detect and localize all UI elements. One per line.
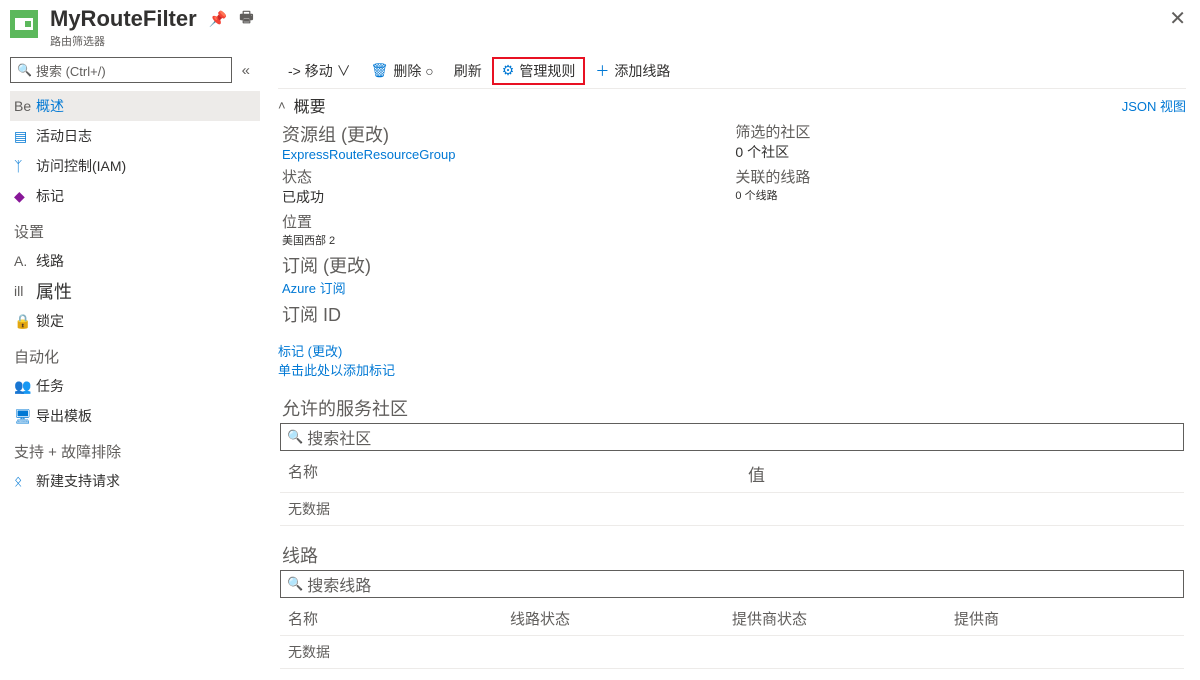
- search-placeholder: 搜索 (Ctrl+/): [36, 61, 106, 80]
- resource-type-label: 路由筛选器: [50, 33, 1169, 49]
- communities-empty: 无数据: [288, 499, 330, 519]
- sidebar-item-tags[interactable]: ◆ 标记: [10, 181, 260, 211]
- trash-icon: 🗑: [371, 62, 389, 79]
- sidebar-item-label: 访问控制(IAM): [36, 156, 126, 176]
- resource-group-label: 资源组 (更改): [282, 121, 455, 147]
- export-icon: 🖥: [14, 408, 36, 425]
- tags-add-link[interactable]: 单击此处以添加标记: [278, 363, 395, 378]
- overview-section-header[interactable]: ˄ 概要 JSON 视图: [278, 89, 1186, 121]
- tasks-icon: 👥: [14, 378, 36, 395]
- search-icon: 🔍: [17, 63, 32, 77]
- col-provider: 提供商: [954, 608, 1176, 629]
- sidebar-group-automation: 自动化: [10, 336, 260, 371]
- blade-header: MyRouteFilter 📌 🖶 路由筛选器 ✕: [0, 0, 1200, 51]
- sidebar-item-label: 活动日志: [36, 126, 92, 146]
- add-circuit-button[interactable]: ＋添加线路: [585, 57, 680, 85]
- community-search-input[interactable]: 🔍 搜索社区: [280, 423, 1184, 451]
- collapse-menu-icon[interactable]: «: [242, 62, 260, 79]
- sidebar-item-circuits[interactable]: A. 线路: [10, 246, 260, 276]
- communities-table: 名称 值 无数据: [280, 455, 1184, 526]
- delete-button[interactable]: 🗑删除 ○: [361, 57, 444, 85]
- col-name: 名称: [288, 608, 510, 629]
- circuits-title: 线路: [278, 542, 1186, 568]
- resource-type-icon: [10, 10, 38, 38]
- subscription-id-label: 订阅 ID: [282, 301, 455, 327]
- main-content: -> 移动 ∨ 🗑删除 ○ 刷新 ⚙管理规则 ＋添加线路 ˄ 概要 JSON 视…: [260, 51, 1200, 680]
- sidebar-item-activity-log[interactable]: ▤ 活动日志: [10, 121, 260, 151]
- essentials-grid: 资源组 (更改) ExpressRouteResourceGroup 状态 已成…: [278, 121, 1186, 331]
- properties-icon: ill: [14, 283, 36, 299]
- sidebar: 🔍 搜索 (Ctrl+/) « Be 概述 ▤ 活动日志 ᛉ 访问控制(IAM)…: [0, 51, 260, 680]
- sidebar-item-label: 标记: [36, 186, 64, 206]
- sidebar-item-label: 新建支持请求: [36, 471, 120, 491]
- sidebar-item-label: 属性: [36, 278, 72, 304]
- location-label: 位置: [282, 211, 455, 232]
- json-view-link[interactable]: JSON 视图: [1122, 96, 1186, 115]
- chevron-up-icon: ˄: [278, 98, 286, 113]
- manage-rule-button[interactable]: ⚙管理规则: [492, 57, 586, 85]
- filtered-communities-value: 0 个社区: [735, 142, 810, 162]
- sidebar-item-iam[interactable]: ᛉ 访问控制(IAM): [10, 151, 260, 181]
- associated-circuits-label: 关联的线路: [735, 166, 810, 187]
- pin-icon[interactable]: 📌: [209, 10, 228, 28]
- print-icon[interactable]: 🖶: [239, 7, 253, 32]
- page-title: MyRouteFilter: [50, 6, 197, 32]
- sidebar-item-label: 任务: [36, 376, 64, 396]
- circuits-table: 名称 线路状态 提供商状态 提供商 无数据: [280, 602, 1184, 669]
- lock-icon: 🔒: [14, 313, 36, 330]
- status-label: 状态: [282, 166, 455, 187]
- sidebar-item-export-template[interactable]: 🖥 导出模板: [10, 401, 260, 431]
- col-value: 值: [518, 461, 1176, 486]
- menu-search-input[interactable]: 🔍 搜索 (Ctrl+/): [10, 57, 232, 83]
- settings-icon: ⚙: [502, 62, 515, 79]
- community-search-placeholder: 搜索社区: [307, 425, 371, 449]
- resource-group-link[interactable]: ExpressRouteResourceGroup: [282, 147, 455, 162]
- tags-block: 标记 (更改) 单击此处以添加标记: [278, 341, 1186, 379]
- sidebar-group-settings: 设置: [10, 211, 260, 246]
- status-value: 已成功: [282, 187, 455, 207]
- activity-log-icon: ▤: [14, 128, 36, 145]
- filtered-communities-label: 筛选的社区: [735, 121, 810, 142]
- allowed-communities-title: 允许的服务社区: [278, 395, 1186, 421]
- col-circuit-status: 线路状态: [510, 608, 732, 629]
- search-icon: 🔍: [287, 429, 303, 445]
- sidebar-item-label: 概述: [36, 96, 64, 116]
- move-button[interactable]: -> 移动 ∨: [278, 57, 361, 85]
- circuit-search-placeholder: 搜索线路: [307, 572, 371, 596]
- command-bar: -> 移动 ∨ 🗑删除 ○ 刷新 ⚙管理规则 ＋添加线路: [278, 53, 1186, 89]
- refresh-button[interactable]: 刷新: [444, 57, 492, 85]
- plus-icon: ＋: [595, 61, 609, 81]
- tag-icon: ◆: [14, 188, 36, 205]
- sidebar-item-new-support-request[interactable]: ᛟ 新建支持请求: [10, 466, 260, 496]
- location-value: 美国西部 2: [282, 232, 455, 248]
- subscription-label: 订阅 (更改): [282, 252, 455, 278]
- people-icon: ᛉ: [14, 158, 36, 174]
- circuit-icon: A.: [14, 253, 36, 269]
- sidebar-item-tasks[interactable]: 👥 任务: [10, 371, 260, 401]
- sidebar-item-label: 锁定: [36, 311, 64, 331]
- search-icon: 🔍: [287, 576, 303, 592]
- sidebar-item-overview[interactable]: Be 概述: [10, 91, 260, 121]
- col-name: 名称: [288, 461, 518, 486]
- close-icon[interactable]: ✕: [1169, 6, 1186, 31]
- overview-heading: 概要: [294, 93, 326, 117]
- sidebar-item-locks[interactable]: 🔒 锁定: [10, 306, 260, 336]
- support-icon: ᛟ: [14, 473, 36, 489]
- sidebar-item-properties[interactable]: ill 属性: [10, 276, 260, 306]
- sidebar-item-label: 导出模板: [36, 406, 92, 426]
- tags-change-link[interactable]: 标记 (更改): [278, 344, 342, 359]
- overview-icon: Be: [14, 98, 36, 114]
- circuits-empty: 无数据: [288, 642, 330, 662]
- sidebar-item-label: 线路: [36, 251, 64, 271]
- associated-circuits-value: 0 个线路: [735, 187, 810, 203]
- header-title-block: MyRouteFilter 📌 🖶 路由筛选器: [50, 6, 1169, 49]
- sidebar-group-support: 支持 + 故障排除: [10, 431, 260, 466]
- subscription-link[interactable]: Azure 订阅: [282, 278, 455, 297]
- col-provider-status: 提供商状态: [732, 608, 954, 629]
- circuit-search-input[interactable]: 🔍 搜索线路: [280, 570, 1184, 598]
